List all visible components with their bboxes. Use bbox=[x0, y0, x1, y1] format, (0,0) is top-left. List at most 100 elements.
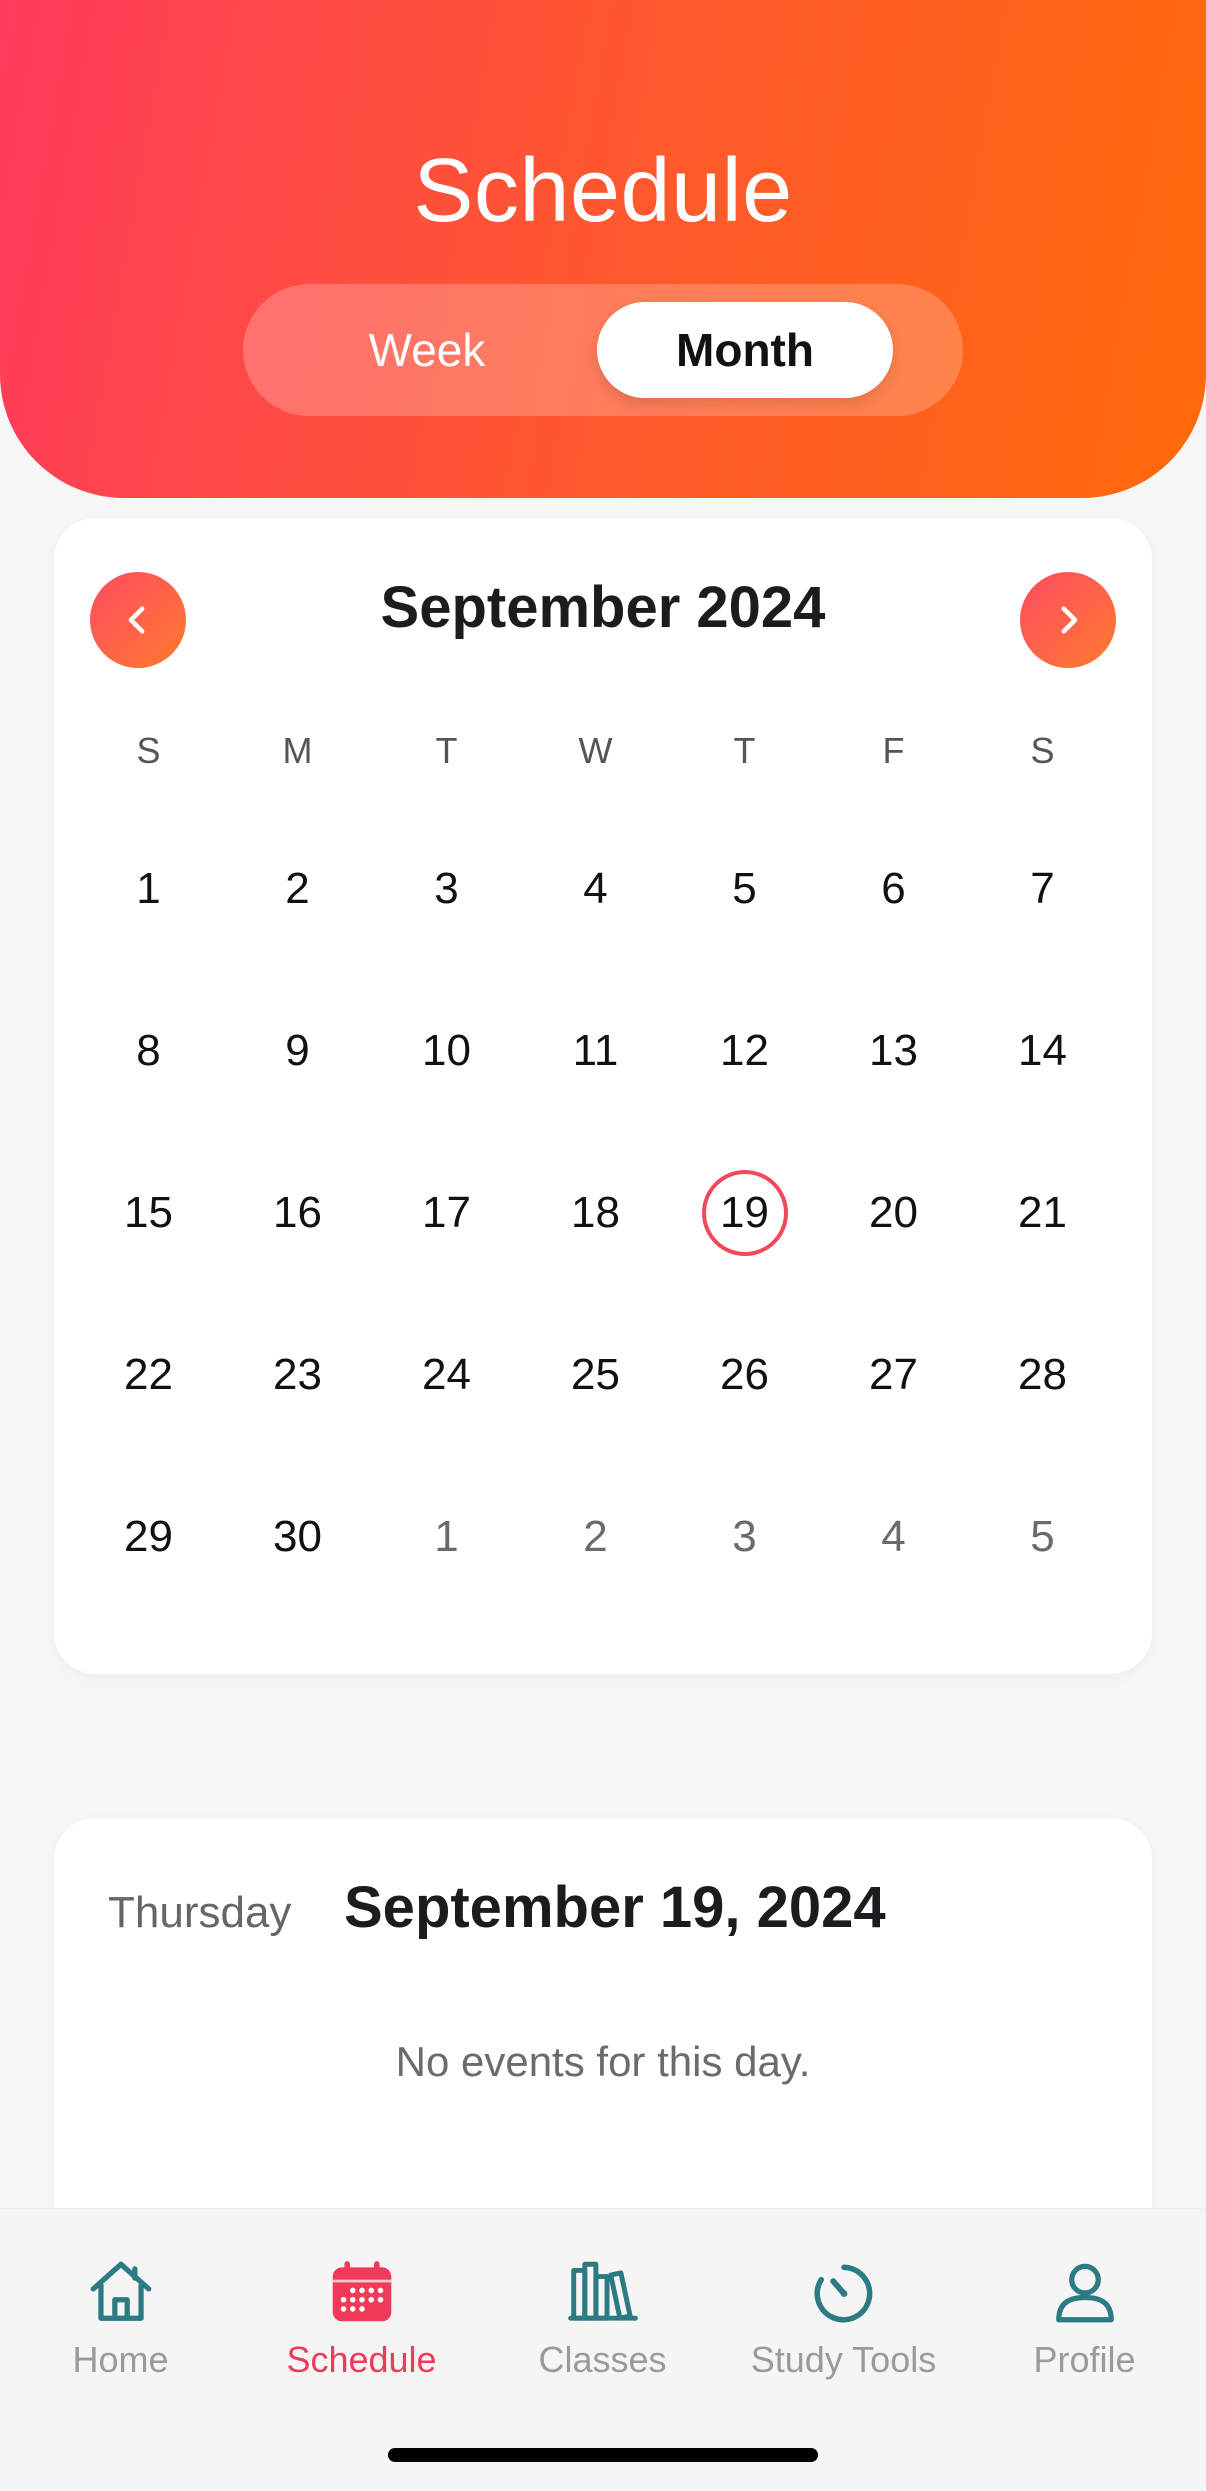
tab-label: Classes bbox=[538, 2339, 667, 2380]
calendar-day-number: 22 bbox=[124, 1350, 173, 1399]
weekday-label: S bbox=[136, 730, 161, 771]
calendar-day[interactable]: 8 bbox=[74, 1006, 223, 1096]
calendar-day-number: 3 bbox=[434, 864, 459, 913]
calendar-day-number: 8 bbox=[136, 1026, 161, 1075]
calendar-day[interactable]: 16 bbox=[223, 1168, 372, 1258]
calendar-week-row: 29 30 1 2 3 4 5 bbox=[54, 1492, 1152, 1582]
calendar-day-number: 11 bbox=[572, 1026, 619, 1075]
calendar-day-number: 9 bbox=[285, 1026, 310, 1075]
tab-home[interactable]: Home bbox=[0, 2255, 241, 2381]
calendar-day[interactable]: 5 bbox=[968, 1492, 1117, 1582]
calendar-day-number: 17 bbox=[422, 1188, 471, 1237]
month-title: September 2024 bbox=[380, 575, 826, 640]
calendar-day[interactable]: 18 bbox=[521, 1168, 670, 1258]
calendar-day[interactable]: 14 bbox=[968, 1006, 1117, 1096]
month-toggle-button[interactable]: Month bbox=[597, 302, 893, 398]
weekday-label: T bbox=[733, 730, 756, 771]
calendar-day[interactable]: 12 bbox=[670, 1006, 819, 1096]
calendar-day-number: 21 bbox=[1018, 1188, 1067, 1237]
calendar-day[interactable]: 2 bbox=[223, 844, 372, 934]
calendar-day-number: 4 bbox=[881, 1512, 906, 1561]
chevron-right-icon bbox=[1061, 606, 1078, 634]
calendar-day[interactable]: 25 bbox=[521, 1330, 670, 1420]
calendar-day[interactable]: 3 bbox=[372, 844, 521, 934]
view-toggle: Week Month bbox=[243, 284, 963, 416]
calendar-day-number: 20 bbox=[869, 1188, 918, 1237]
calendar-day-number: 1 bbox=[434, 1512, 459, 1561]
calendar-day-number: 15 bbox=[124, 1188, 173, 1237]
tab-schedule[interactable]: Schedule bbox=[241, 2255, 482, 2381]
tab-label: Study Tools bbox=[750, 2339, 937, 2380]
calendar-day-number: 3 bbox=[732, 1512, 757, 1561]
calendar-day[interactable]: 26 bbox=[670, 1330, 819, 1420]
calendar-icon bbox=[332, 2261, 391, 2322]
calendar-day-number: 25 bbox=[571, 1350, 620, 1399]
calendar-week-row: 22 23 24 25 26 27 28 bbox=[54, 1330, 1152, 1420]
calendar-card: September 2024 S M T W T F S 1 2 3 4 5 6 7 8 9 10… bbox=[54, 518, 1152, 1674]
tab-label: Schedule bbox=[286, 2339, 437, 2380]
weekday-label: M bbox=[282, 730, 313, 771]
calendar-day[interactable]: 10 bbox=[372, 1006, 521, 1096]
calendar-week-row: 15 16 17 18 19 20 21 bbox=[54, 1168, 1152, 1258]
calendar-day[interactable]: 4 bbox=[521, 844, 670, 934]
calendar-day[interactable]: 17 bbox=[372, 1168, 521, 1258]
timer-icon bbox=[814, 2264, 872, 2323]
weekday-header: S M T W T F S bbox=[54, 730, 1152, 772]
calendar-day[interactable]: 1 bbox=[74, 844, 223, 934]
user-icon bbox=[1055, 2263, 1114, 2323]
calendar-day[interactable]: 1 bbox=[372, 1492, 521, 1582]
calendar-day[interactable]: 15 bbox=[74, 1168, 223, 1258]
calendar-day-number: 26 bbox=[720, 1350, 769, 1399]
calendar-week-row: 1 2 3 4 5 6 7 bbox=[54, 844, 1152, 934]
calendar-day[interactable]: 24 bbox=[372, 1330, 521, 1420]
next-month-button[interactable] bbox=[1020, 572, 1116, 668]
calendar-day[interactable]: 22 bbox=[74, 1330, 223, 1420]
calendar-day[interactable]: 9 bbox=[223, 1006, 372, 1096]
calendar-day[interactable]: 13 bbox=[819, 1006, 968, 1096]
calendar-day[interactable]: 28 bbox=[968, 1330, 1117, 1420]
calendar-day[interactable]: 7 bbox=[968, 844, 1117, 934]
calendar-day[interactable]: 3 bbox=[670, 1492, 819, 1582]
calendar-day-number: 4 bbox=[583, 864, 608, 913]
calendar-day[interactable]: 29 bbox=[74, 1492, 223, 1582]
calendar-day-number: 19 bbox=[701, 1170, 788, 1256]
calendar-day[interactable]: 21 bbox=[968, 1168, 1117, 1258]
weekday-label: S bbox=[1030, 730, 1055, 771]
tab-label: Home bbox=[72, 2339, 169, 2380]
week-toggle-button[interactable]: Week bbox=[281, 302, 573, 398]
empty-events-message: No events for this day. bbox=[395, 2038, 811, 2085]
tab-classes[interactable]: Classes bbox=[482, 2255, 723, 2381]
calendar-day-number: 1 bbox=[136, 864, 161, 913]
calendar-day-number: 2 bbox=[583, 1512, 608, 1561]
weekday-label: T bbox=[435, 730, 458, 771]
calendar-day-number: 14 bbox=[1018, 1026, 1067, 1075]
calendar-day-number: 6 bbox=[881, 864, 906, 913]
calendar-day-number: 30 bbox=[273, 1512, 322, 1561]
calendar-day[interactable]: 23 bbox=[223, 1330, 372, 1420]
calendar-day[interactable]: 20 bbox=[819, 1168, 968, 1258]
calendar-day[interactable]: 6 bbox=[819, 844, 968, 934]
calendar-day-number: 2 bbox=[285, 864, 310, 913]
calendar-day[interactable]: 4 bbox=[819, 1492, 968, 1582]
selected-date: September 19, 2024 bbox=[344, 1875, 886, 1940]
home-icon bbox=[90, 2261, 151, 2321]
calendar-day-number: 24 bbox=[422, 1350, 471, 1399]
tab-study-tools[interactable]: Study Tools bbox=[723, 2255, 964, 2381]
calendar-day[interactable]: 27 bbox=[819, 1330, 968, 1420]
calendar-day-number: 29 bbox=[124, 1512, 173, 1561]
tab-profile[interactable]: Profile bbox=[964, 2255, 1205, 2381]
tab-label: Profile bbox=[1033, 2339, 1136, 2380]
calendar-day-number: 5 bbox=[732, 864, 757, 913]
calendar-day-selected[interactable]: 19 bbox=[670, 1168, 819, 1258]
calendar-day-number: 7 bbox=[1030, 864, 1055, 913]
calendar-day[interactable]: 5 bbox=[670, 844, 819, 934]
calendar-day-number: 28 bbox=[1018, 1350, 1067, 1399]
calendar-day[interactable]: 30 bbox=[223, 1492, 372, 1582]
calendar-day-number: 10 bbox=[422, 1026, 471, 1075]
calendar-day[interactable]: 11 bbox=[521, 1006, 670, 1096]
weekday-label: F bbox=[882, 730, 905, 771]
books-icon bbox=[567, 2261, 638, 2321]
calendar-day[interactable]: 2 bbox=[521, 1492, 670, 1582]
calendar-day-number: 12 bbox=[720, 1026, 769, 1075]
calendar-day-number: 16 bbox=[273, 1188, 322, 1237]
